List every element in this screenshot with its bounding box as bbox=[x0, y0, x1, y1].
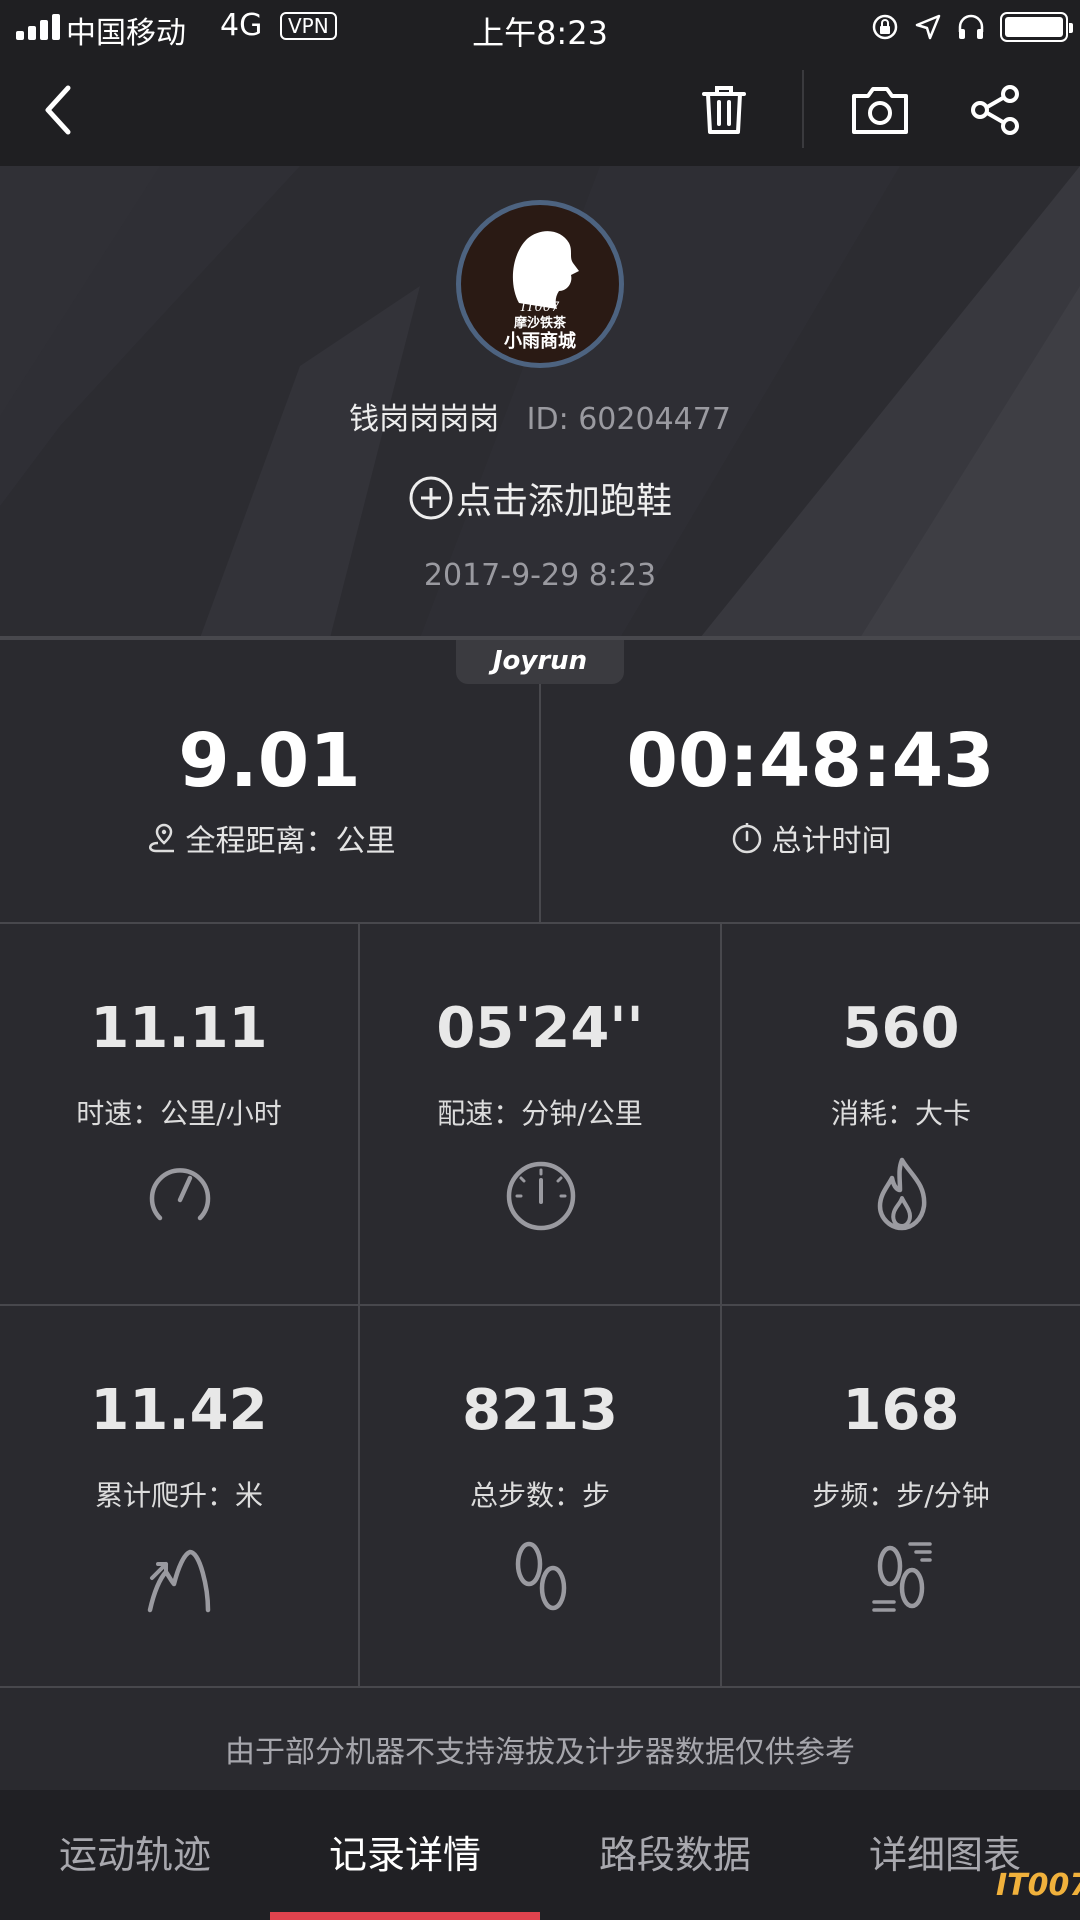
row-divider bbox=[0, 1686, 1080, 1688]
trash-icon bbox=[702, 86, 746, 134]
headphones-icon bbox=[958, 14, 984, 39]
active-tab-indicator bbox=[270, 1912, 540, 1920]
brand-badge: Joyrun bbox=[456, 640, 624, 684]
user-name: 钱岗岗岗岗 bbox=[349, 402, 500, 437]
pace-stat: 05'24'' 配速：分钟/公里 bbox=[361, 924, 719, 1302]
climb-stat: 11.42 累计爬升：米 bbox=[0, 1306, 358, 1684]
speed-value: 11.11 bbox=[90, 996, 268, 1061]
cadence-value: 168 bbox=[842, 1378, 960, 1443]
route-pin-icon bbox=[148, 823, 174, 853]
plus-circle-icon bbox=[409, 476, 453, 520]
camera-button[interactable] bbox=[848, 78, 912, 142]
duration-value: 00:48:43 bbox=[626, 718, 995, 804]
delete-button[interactable] bbox=[692, 78, 756, 142]
climb-icon bbox=[147, 1549, 211, 1613]
nav-divider bbox=[802, 70, 804, 148]
pace-value: 05'24'' bbox=[436, 996, 644, 1061]
tab-track[interactable]: 运动轨迹 bbox=[0, 1790, 270, 1920]
duration-stat: 00:48:43 总计时间 bbox=[541, 640, 1080, 922]
duration-label: 总计时间 bbox=[771, 824, 892, 859]
svg-text:小雨商城: 小雨商城 bbox=[504, 330, 576, 352]
pace-label: 配速：分钟/公里 bbox=[437, 1097, 643, 1130]
footprints-icon bbox=[515, 1541, 567, 1611]
steps-value: 8213 bbox=[462, 1378, 618, 1443]
chevron-left-icon bbox=[45, 85, 71, 135]
speed-stat: 11.11 时速：公里/小时 bbox=[0, 924, 358, 1302]
distance-label: 全程距离：公里 bbox=[185, 824, 396, 859]
tab-splits[interactable]: 路段数据 bbox=[540, 1790, 810, 1920]
svg-text:IT007: IT007 bbox=[520, 300, 560, 315]
tab-bar: 运动轨迹 记录详情 路段数据 详细图表 bbox=[0, 1790, 1080, 1920]
speed-label: 时速：公里/小时 bbox=[76, 1097, 282, 1130]
calories-value: 560 bbox=[842, 996, 960, 1061]
cadence-stat: 168 步频：步/分钟 bbox=[722, 1306, 1080, 1684]
steps-label: 总步数：步 bbox=[469, 1479, 610, 1512]
location-arrow-icon bbox=[915, 14, 941, 40]
svg-text:摩沙铁茶: 摩沙铁茶 bbox=[514, 315, 567, 331]
cadence-icon bbox=[872, 1542, 932, 1612]
data-disclaimer: 由于部分机器不支持海拔及计步器数据仅供参考 bbox=[225, 1736, 855, 1770]
tab-details[interactable]: 记录详情 bbox=[270, 1790, 540, 1920]
add-shoe-label: 点击添加跑鞋 bbox=[455, 481, 672, 522]
share-button[interactable] bbox=[964, 78, 1028, 142]
user-id: ID: 60204477 bbox=[526, 402, 731, 437]
flame-icon bbox=[877, 1157, 927, 1231]
rotation-lock-icon bbox=[872, 14, 898, 40]
steps-stat: 8213 总步数：步 bbox=[361, 1306, 719, 1684]
profile-header: IT007 摩沙铁茶 小雨商城 钱岗岗岗岗 ID: 60204477 点击添加跑… bbox=[0, 166, 1080, 638]
watermark-logo: IT007 bbox=[996, 1868, 1080, 1903]
distance-stat: 9.01 全程距离：公里 bbox=[0, 640, 539, 922]
avatar[interactable]: IT007 摩沙铁茶 小雨商城 bbox=[456, 200, 624, 368]
status-bar: 中国移动 4G VPN 上午8:23 bbox=[0, 0, 1080, 54]
calories-stat: 560 消耗：大卡 bbox=[722, 924, 1080, 1302]
nav-bar bbox=[0, 54, 1080, 166]
stopwatch-icon bbox=[732, 823, 761, 854]
share-icon bbox=[971, 85, 1019, 135]
add-shoe-button[interactable]: 点击添加跑鞋 bbox=[0, 472, 1080, 524]
cadence-label: 步频：步/分钟 bbox=[812, 1479, 990, 1512]
distance-value: 9.01 bbox=[178, 718, 361, 804]
pace-gauge-icon bbox=[506, 1161, 576, 1231]
battery-icon bbox=[1000, 12, 1073, 42]
calories-label: 消耗：大卡 bbox=[830, 1097, 971, 1130]
column-divider bbox=[358, 924, 360, 1686]
speedometer-icon bbox=[149, 1168, 211, 1221]
camera-icon bbox=[852, 87, 908, 134]
main-divider bbox=[539, 684, 541, 922]
back-button[interactable] bbox=[26, 78, 90, 142]
climb-label: 累计爬升：米 bbox=[94, 1479, 263, 1512]
climb-value: 11.42 bbox=[90, 1378, 268, 1443]
run-date: 2017-9-29 8:23 bbox=[423, 558, 657, 593]
